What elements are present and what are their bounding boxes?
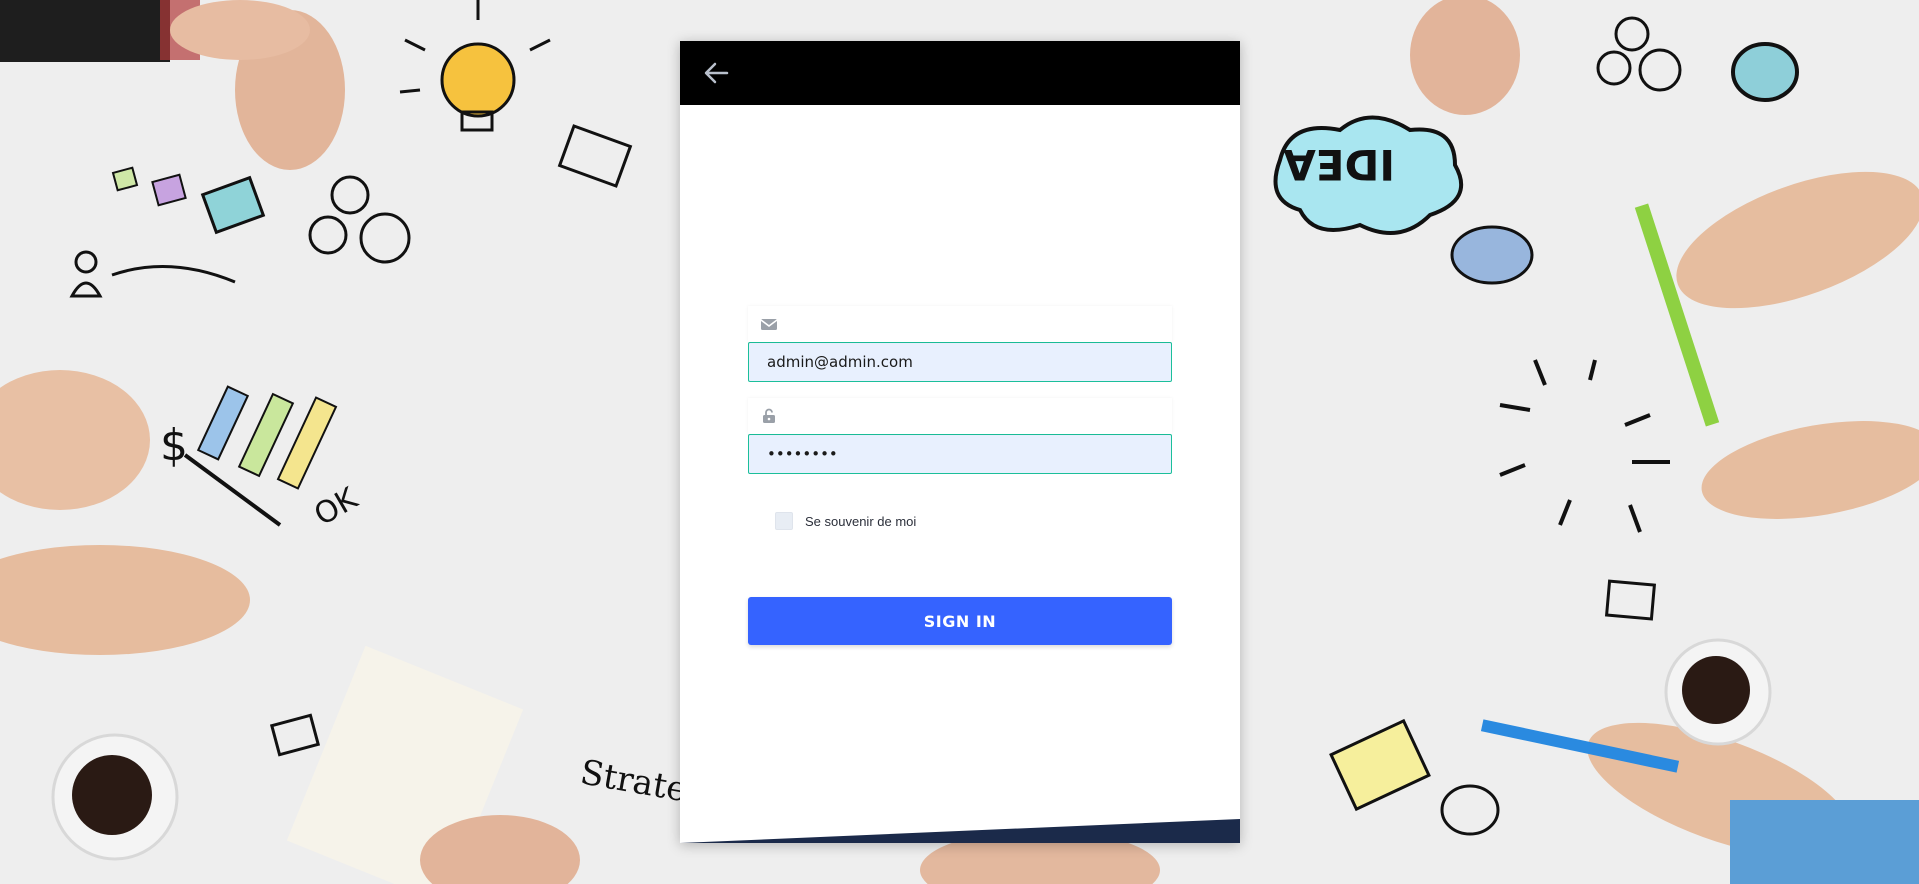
svg-text:$: $ (160, 420, 188, 471)
email-input[interactable] (748, 342, 1172, 382)
email-field-group (748, 306, 1172, 382)
remember-checkbox[interactable] (775, 512, 793, 530)
remember-label: Se souvenir de moi (805, 513, 917, 529)
arrow-left-icon (704, 62, 729, 84)
email-icon-row (748, 306, 1172, 342)
card-header (680, 41, 1240, 105)
password-field-group (748, 398, 1172, 474)
remember-me: Se souvenir de moi (775, 512, 916, 530)
footer-stripe (680, 819, 1240, 843)
envelope-icon (760, 319, 778, 330)
svg-text:IDEA: IDEA (1283, 140, 1395, 189)
password-input[interactable] (748, 434, 1172, 474)
back-button[interactable] (698, 57, 734, 89)
password-icon-row (748, 398, 1172, 434)
login-card: Se souvenir de moi SIGN IN (680, 41, 1240, 843)
unlock-icon (763, 408, 775, 423)
sign-in-button[interactable]: SIGN IN (748, 597, 1172, 645)
